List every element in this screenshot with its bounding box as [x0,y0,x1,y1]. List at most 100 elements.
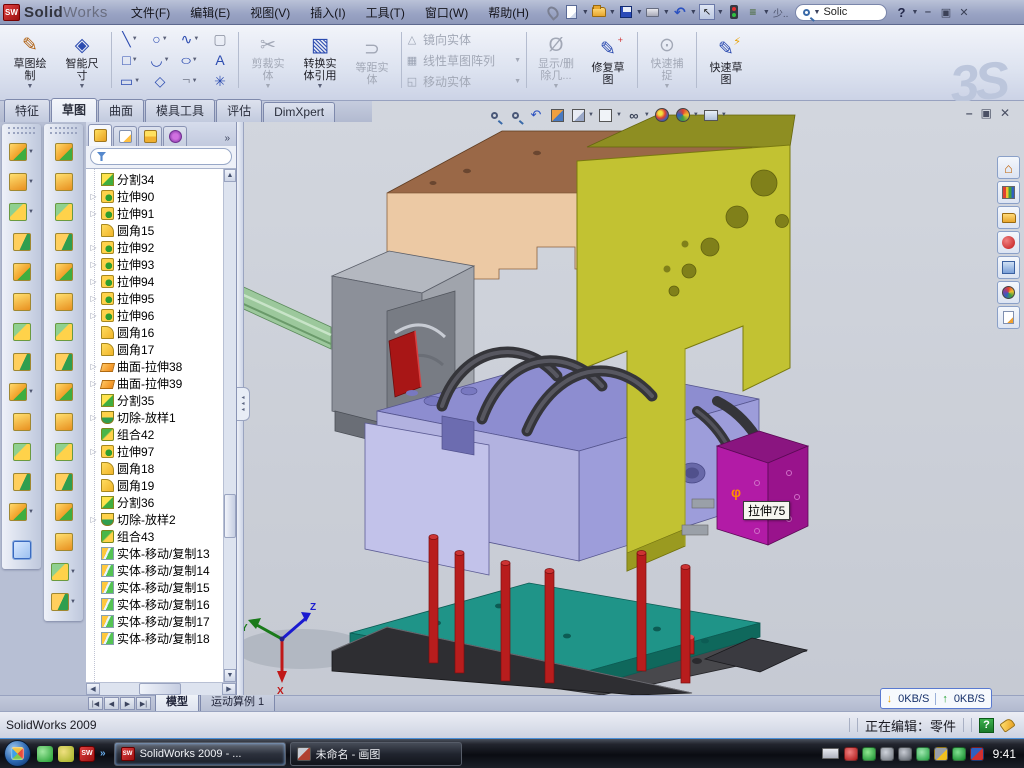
feature-manager-tab[interactable] [88,124,112,146]
pin-icon[interactable] [544,3,562,21]
knit-surface-button[interactable] [44,347,83,377]
security-center-quicklaunch-icon[interactable] [58,746,74,762]
feature-tree-item[interactable]: ▷拉伸91 [89,205,223,222]
swept-boss-button[interactable] [2,287,41,317]
filled-surface-button[interactable] [44,257,83,287]
select-dropdown[interactable]: ▼ [717,9,724,16]
expand-arrow-icon[interactable]: ▷ [89,311,98,320]
hide-show-items-button[interactable]: ∞ [625,106,643,124]
search-dropdown[interactable]: ▼ [813,9,820,16]
options-dropdown[interactable]: ▼ [763,9,770,16]
expand-arrow-icon[interactable]: ▷ [89,277,98,286]
feature-tree-item[interactable]: ▷分割35 [89,392,223,409]
feature-tree-item[interactable]: ▷曲面-拉伸39 [89,375,223,392]
feature-tree-item[interactable]: ▷圆角16 [89,324,223,341]
tree-horizontal-scrollbar[interactable]: ◀ ▶ [86,682,236,695]
vertical-scroll-thumb[interactable] [224,494,236,538]
menu-item-6[interactable]: 窗口(W) [416,1,477,24]
feature-tree-item[interactable]: ▷实体-移动/复制13 [89,545,223,562]
magenta-insert-part[interactable]: φ [717,431,808,545]
feature-tree-item[interactable]: ▷圆角18 [89,460,223,477]
expand-arrow-icon[interactable]: ▷ [89,447,98,456]
doc-close-button[interactable]: ✕ [1000,106,1010,120]
scenes-tab[interactable] [997,281,1020,304]
appearances-tab[interactable] [997,231,1020,254]
linear-pattern-button[interactable]: ▼ [2,377,41,407]
sketch-fillet-dropdown[interactable]: ▼ [192,78,198,84]
sketch-button[interactable]: ✎ 草图绘制 ▼ [4,31,56,90]
wireless-warning-tray-icon[interactable] [934,747,948,761]
start-button[interactable] [4,740,31,767]
expand-arrow-icon[interactable]: ▷ [89,413,98,422]
assembly-3d-model[interactable]: φ [237,101,1024,695]
box-select-sketch-tool[interactable]: ▢ [205,29,235,50]
text-sketch-tool[interactable]: A [205,50,235,71]
custom-properties-tab[interactable] [997,306,1020,329]
draft-button[interactable] [2,347,41,377]
reference-curve-dropdown[interactable]: ▼ [28,509,34,515]
feature-tree-item[interactable]: ▷切除-放样1 [89,409,223,426]
parting-surface-dropdown[interactable]: ▼ [70,569,76,575]
feature-tree-item[interactable]: ▷分割36 [89,494,223,511]
spline-sketch-tool[interactable]: ∿▼ [175,29,205,50]
circle-dropdown[interactable]: ▼ [162,36,168,42]
ruled-surface-button[interactable] [44,227,83,257]
new-dropdown[interactable]: ▼ [582,9,589,16]
rebuild-button[interactable] [725,3,743,21]
feature-tree-item[interactable]: ▷组合42 [89,426,223,443]
line-dropdown[interactable]: ▼ [132,36,138,42]
parting-surface-button[interactable]: ▼ [44,557,83,587]
apply-scene-dropdown[interactable]: ▼ [693,112,699,118]
tooling-split-dropdown[interactable]: ▼ [70,599,76,605]
save-button[interactable] [617,3,635,21]
linear-pattern-dropdown[interactable]: ▼ [28,389,34,395]
split-button[interactable] [2,407,41,437]
polygon-sketch-tool[interactable]: ◇ [145,71,175,92]
quick-snaps-button[interactable]: ⊙ 快速捕捉 ▼ [641,31,693,90]
rapid-sketch-button[interactable]: ✎⚡ 快速草图 [700,35,752,86]
undo-button[interactable]: ↶ [671,3,689,21]
shell-button[interactable] [2,317,41,347]
parting-line-button[interactable] [44,497,83,527]
chamfer-button[interactable] [2,227,41,257]
configuration-manager-tab[interactable] [138,126,162,146]
tab-评估[interactable]: 评估 [216,99,262,122]
file-explorer-tab[interactable] [997,206,1020,229]
radiate-surface-button[interactable] [44,197,83,227]
pc-suite-tray-icon[interactable] [970,747,984,761]
display-style-dropdown[interactable]: ▼ [616,112,622,118]
feature-tree-item[interactable]: ▷曲面-拉伸38 [89,358,223,375]
panel-tabs-chevron[interactable]: » [220,133,234,146]
tab-模具工具[interactable]: 模具工具 [145,99,215,122]
toolbar-grip[interactable] [50,127,77,134]
reference-curve-button[interactable]: ▼ [2,497,41,527]
scroll-down-icon[interactable]: ▼ [224,669,236,682]
horizontal-scroll-thumb[interactable] [139,683,181,695]
ellipse-sketch-tool[interactable]: ○▼ [175,50,205,71]
expand-arrow-icon[interactable]: ▷ [89,243,98,252]
keyboard-layout-icon[interactable] [822,748,839,759]
menu-item-7[interactable]: 帮助(H) [479,1,538,24]
doc-restore-button[interactable]: ▣ [981,106,992,120]
messenger-quicklaunch-icon[interactable] [37,746,53,762]
edit-appearance-button[interactable] [653,106,671,124]
convert-entities-button[interactable]: ▧ 转换实体引用 ▼ [294,31,346,90]
green-rod-part[interactable] [237,284,331,349]
panel-splitter-handle[interactable]: ◂◂◂ [237,387,250,421]
help-button[interactable]: ? [892,3,910,21]
doc-nav-last-button[interactable]: ▶| [136,697,151,710]
move-entities-button[interactable]: ◱ 移动实体▼ [405,72,523,91]
feature-tree-item[interactable]: ▷组合43 [89,528,223,545]
menu-item-1[interactable]: 文件(F) [122,1,179,24]
feature-tree-item[interactable]: ▷实体-移动/复制14 [89,562,223,579]
thicken-button[interactable] [44,377,83,407]
toolbar-grip[interactable] [8,127,35,134]
arc-sketch-tool[interactable]: ◡▼ [145,50,175,71]
defender-shield-tray-icon[interactable] [862,747,876,761]
slot-sketch-tool[interactable]: ▭▼ [115,71,145,92]
options-button[interactable]: ≡ [744,3,762,21]
update-check-tray-icon[interactable] [880,747,894,761]
feature-tree-item[interactable]: ▷拉伸90 [89,188,223,205]
taskbar-button-2[interactable]: 未命名 - 画图 [290,742,462,766]
fillet-dropdown[interactable]: ▼ [28,209,34,215]
